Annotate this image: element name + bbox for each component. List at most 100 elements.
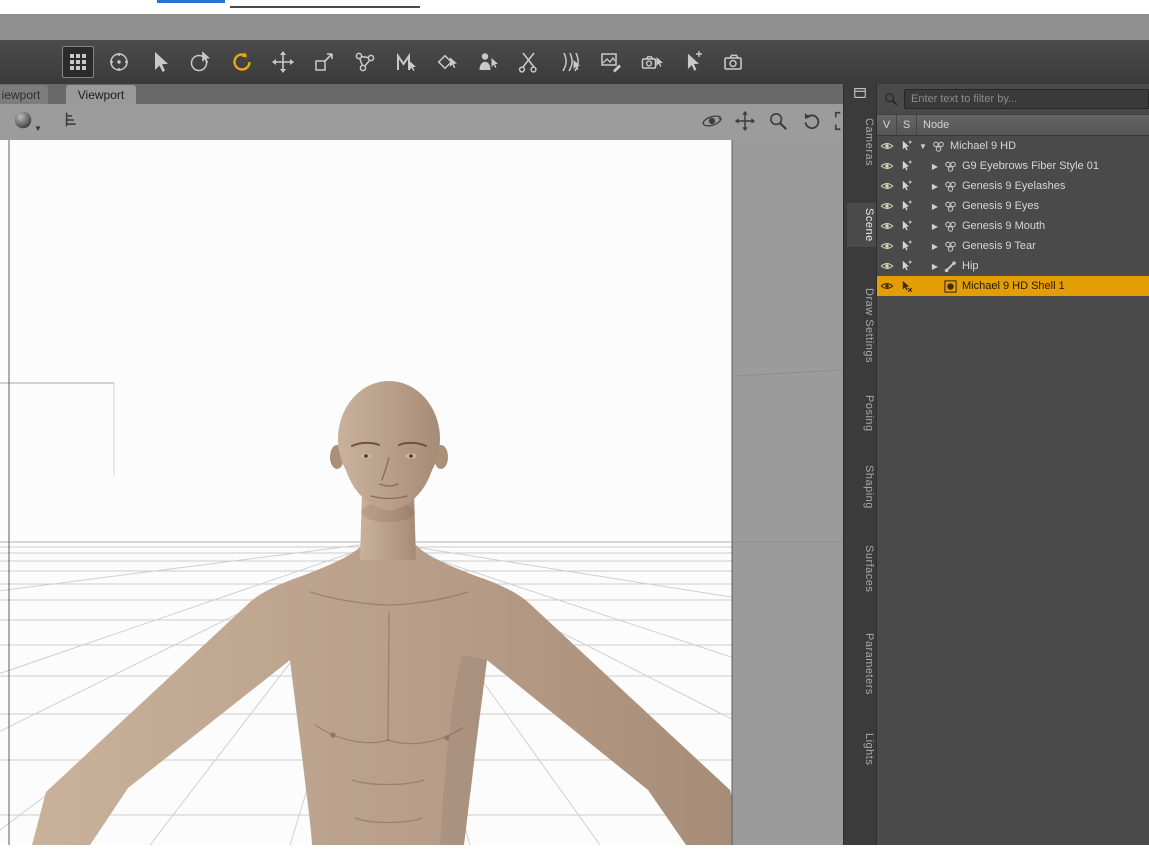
orbit-view-icon[interactable] [701, 110, 723, 137]
node-label: Michael 9 HD [950, 140, 1017, 152]
rotate-tool[interactable] [226, 46, 258, 78]
measure-tool[interactable] [390, 46, 422, 78]
expander-collapsed-icon[interactable]: ▶ [929, 182, 941, 191]
side-tab-shaping[interactable]: Shaping [847, 460, 877, 514]
cut-tool[interactable] [513, 46, 545, 78]
expander-expanded-icon[interactable]: ▼ [917, 142, 929, 151]
search-icon [883, 91, 899, 107]
outline-list-icon[interactable] [62, 109, 84, 136]
visibility-eye-icon[interactable] [877, 279, 896, 293]
camera-cursor-tool[interactable] [636, 46, 668, 78]
camera-tool[interactable] [718, 46, 750, 78]
title-band [0, 14, 1149, 40]
group-icon [943, 179, 958, 194]
scale-tool[interactable] [308, 46, 340, 78]
node-selection-tool[interactable] [144, 46, 176, 78]
viewport: ▼ [0, 104, 843, 845]
side-tab-parameters[interactable]: Parameters [847, 628, 877, 700]
pane-options-icon[interactable] [852, 86, 868, 100]
side-tab-lights[interactable]: Lights [847, 728, 877, 770]
side-tab-posing[interactable]: Posing [847, 390, 877, 437]
selectable-pointer-icon[interactable] [896, 199, 915, 213]
tab-viewport[interactable]: Viewport [66, 85, 136, 104]
menu-strip [0, 0, 1149, 14]
node-label: Genesis 9 Eyelashes [962, 180, 1066, 192]
scene-tree-row[interactable]: ▶ Genesis 9 Tear [877, 236, 1149, 256]
selectable-pointer-icon[interactable] [896, 159, 915, 173]
selectable-pointer-icon[interactable] [896, 279, 915, 293]
visibility-eye-icon[interactable] [877, 139, 896, 153]
chevron-down-icon: ▼ [34, 124, 42, 133]
tab-viewport-left[interactable]: iewport [0, 85, 48, 104]
group-icon [943, 219, 958, 234]
expander-collapsed-icon[interactable]: ▶ [929, 202, 941, 211]
image-editor-tool[interactable] [595, 46, 627, 78]
joint-editor-tool[interactable] [349, 46, 381, 78]
group-icon [943, 239, 958, 254]
node-label: Genesis 9 Eyes [962, 200, 1040, 212]
grid-snap-tool[interactable] [62, 46, 94, 78]
menu-divider-line [230, 6, 420, 8]
translate-tool[interactable] [267, 46, 299, 78]
scene-panel: V S Node ▼ Michael 9 HD ▶ G9 Eyebrows Fiber… [876, 84, 1149, 845]
selectable-pointer-icon[interactable] [896, 259, 915, 273]
viewport-canvas[interactable] [0, 140, 844, 845]
group-icon [931, 139, 946, 154]
viewport-right-controls [701, 110, 855, 137]
expander-collapsed-icon[interactable]: ▶ [929, 242, 941, 251]
scene-filter-input[interactable] [904, 89, 1149, 109]
selectable-pointer-icon[interactable] [896, 179, 915, 193]
visibility-eye-icon[interactable] [877, 179, 896, 193]
selectable-pointer-icon[interactable] [896, 239, 915, 253]
column-header-selectable: S [897, 115, 917, 135]
side-tab-draw-settings[interactable]: Draw Settings [847, 283, 877, 368]
scene-3d-render [0, 140, 844, 845]
scene-tree-row[interactable]: ▶ Genesis 9 Eyes [877, 196, 1149, 216]
node-label: Genesis 9 Tear [962, 240, 1036, 252]
selectable-pointer-icon[interactable] [896, 139, 915, 153]
scene-tree-row[interactable]: ▶ Hip [877, 256, 1149, 276]
side-tab-cameras[interactable]: Cameras [847, 113, 877, 171]
pan-view-icon[interactable] [734, 110, 756, 137]
selectable-pointer-icon[interactable] [896, 219, 915, 233]
side-tab-scene[interactable]: Scene [847, 203, 877, 247]
side-tab-surfaces[interactable]: Surfaces [847, 540, 877, 597]
hair-strand-tool[interactable] [554, 46, 586, 78]
viewport-toolbar: ▼ [0, 104, 843, 140]
column-header-visibility: V [877, 115, 897, 135]
bone-icon [943, 259, 958, 274]
shell-icon [943, 279, 958, 294]
side-tab-strip: Cameras Scene Draw Settings Posing Shaping Su… [843, 84, 877, 845]
universal-manipulator-tool[interactable] [103, 46, 135, 78]
visibility-eye-icon[interactable] [877, 219, 896, 233]
menu-accent-bar [157, 0, 225, 3]
drawstyle-sphere-dropdown[interactable]: ▼ [12, 109, 42, 136]
region-select-tool[interactable] [185, 46, 217, 78]
expander-collapsed-icon[interactable]: ▶ [929, 162, 941, 171]
visibility-eye-icon[interactable] [877, 199, 896, 213]
scene-tree-row[interactable]: ▶ G9 Eyebrows Fiber Style 01 [877, 156, 1149, 176]
rotate-view-icon[interactable] [800, 110, 822, 137]
visibility-eye-icon[interactable] [877, 259, 896, 273]
group-icon [943, 159, 958, 174]
visibility-eye-icon[interactable] [877, 239, 896, 253]
zoom-view-icon[interactable] [767, 110, 789, 137]
scene-tree-row[interactable]: ▶ Genesis 9 Eyelashes [877, 176, 1149, 196]
expander-collapsed-icon[interactable]: ▶ [929, 262, 941, 271]
node-label: Hip [962, 260, 979, 272]
scene-tree-row[interactable]: ▼ Michael 9 HD [877, 136, 1149, 156]
node-label: Michael 9 HD Shell 1 [962, 280, 1065, 292]
scene-tree: ▼ Michael 9 HD ▶ G9 Eyebrows Fiber Style 01… [877, 136, 1149, 296]
group-icon [943, 199, 958, 214]
geometry-editor-tool[interactable] [431, 46, 463, 78]
scene-tree-row[interactable]: Michael 9 HD Shell 1 [877, 276, 1149, 296]
node-label: G9 Eyebrows Fiber Style 01 [962, 160, 1099, 172]
pointer-nav-tool[interactable] [677, 46, 709, 78]
scene-filter-row [877, 84, 1149, 114]
scene-tree-row[interactable]: ▶ Genesis 9 Mouth [877, 216, 1149, 236]
expander-collapsed-icon[interactable]: ▶ [929, 222, 941, 231]
visibility-eye-icon[interactable] [877, 159, 896, 173]
figure-setup-tool[interactable] [472, 46, 504, 78]
column-header-node: Node [923, 119, 950, 131]
main-toolbar [0, 40, 1149, 84]
